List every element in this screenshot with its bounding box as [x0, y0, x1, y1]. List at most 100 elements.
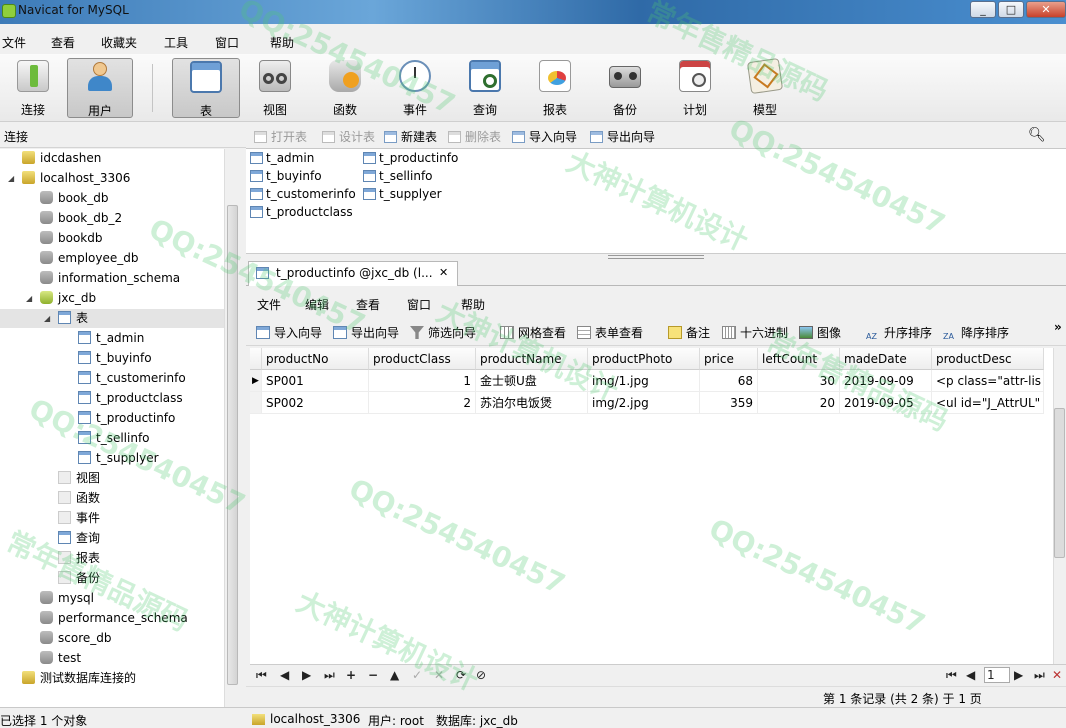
form-view-button[interactable]: 表单查看 — [577, 324, 643, 341]
tab-close-icon[interactable]: ✕ — [439, 266, 448, 279]
backup-button[interactable]: 备份 — [592, 58, 658, 118]
user-button[interactable]: 用户 — [67, 58, 133, 118]
column-header[interactable]: price — [700, 348, 758, 370]
page-number-input[interactable]: 1 — [984, 667, 1010, 683]
table-cell[interactable]: 1 — [369, 370, 476, 392]
hex-button[interactable]: 十六进制 — [722, 324, 788, 341]
tree-item[interactable]: ◢ localhost_3306 — [0, 169, 224, 188]
tree-item[interactable]: t_buyinfo — [0, 349, 224, 368]
table-list-item[interactable]: t_customerinfo — [250, 187, 356, 201]
tree-item[interactable]: t_sellinfo — [0, 429, 224, 448]
tab-t-productinfo[interactable]: t_productinfo @jxc_db (l... ✕ — [248, 261, 458, 286]
tree-item[interactable]: 报表 — [0, 549, 224, 568]
grid-scrollbar[interactable] — [1053, 348, 1066, 664]
column-header[interactable]: madeDate — [840, 348, 932, 370]
tree-item[interactable]: t_productinfo — [0, 409, 224, 428]
connect-button[interactable]: 连接 — [0, 58, 66, 118]
event-button[interactable]: 事件 — [382, 58, 448, 118]
function-button[interactable]: 函数 — [312, 58, 378, 118]
table-cell[interactable]: 金士顿U盘 — [476, 370, 588, 392]
model-button[interactable]: 模型 — [732, 57, 798, 118]
prev-page-icon[interactable]: ◀ — [966, 668, 975, 682]
overflow-chevron-icon[interactable]: » — [1054, 320, 1062, 334]
move-up-icon[interactable]: ▲ — [390, 668, 399, 682]
menu-tools[interactable]: 工具 — [164, 34, 188, 51]
next-record-icon[interactable]: ▶ — [302, 668, 311, 682]
table-list-item[interactable]: t_supplyer — [363, 187, 442, 201]
tree-item[interactable]: ◢ 表 — [0, 309, 224, 328]
tree-item[interactable]: mysql — [0, 589, 224, 608]
menu-view[interactable]: 查看 — [51, 34, 75, 51]
stop-icon[interactable]: ⊘ — [476, 668, 486, 682]
table-list-item[interactable]: t_buyinfo — [250, 169, 322, 183]
open-table-button[interactable]: 打开表 — [254, 128, 307, 145]
refresh-icon[interactable]: ⟳ — [456, 668, 466, 682]
table-cell[interactable]: 苏泊尔电饭煲 — [476, 392, 588, 414]
schedule-button[interactable]: 计划 — [662, 58, 728, 118]
tree-item[interactable]: bookdb — [0, 229, 224, 248]
delete-record-icon[interactable]: − — [368, 668, 378, 682]
editor-menu-file[interactable]: 文件 — [257, 296, 281, 313]
tree-item[interactable]: book_db_2 — [0, 209, 224, 228]
splitter-grip[interactable] — [608, 255, 704, 259]
sort-asc-button[interactable]: AZ 升序排序 — [866, 324, 932, 343]
editor-menu-help[interactable]: 帮助 — [461, 296, 485, 313]
table-cell[interactable]: img/1.jpg — [588, 370, 700, 392]
discard-changes-icon[interactable]: ✕ — [434, 668, 444, 682]
column-header[interactable]: leftCount — [758, 348, 840, 370]
table-list-item[interactable]: t_productinfo — [363, 151, 459, 165]
expand-toggle-icon[interactable]: ◢ — [8, 169, 14, 188]
memo-button[interactable]: 备注 — [668, 324, 710, 341]
apply-changes-icon[interactable]: ✓ — [412, 668, 422, 682]
filter-wizard-button[interactable]: 筛选向导 — [410, 324, 476, 341]
table-cell[interactable]: 359 — [700, 392, 758, 414]
tree-item[interactable]: score_db — [0, 629, 224, 648]
import-wizard-button[interactable]: 导入向导 — [256, 324, 322, 341]
tree-item[interactable]: 视图 — [0, 469, 224, 488]
tree-item[interactable]: idcdashen — [0, 149, 224, 168]
delete-table-button[interactable]: 删除表 — [448, 128, 501, 145]
menu-file[interactable]: 文件 — [2, 34, 26, 51]
table-list-item[interactable]: t_admin — [250, 151, 314, 165]
table-cell[interactable]: 20 — [758, 392, 840, 414]
tree-item[interactable]: t_customerinfo — [0, 369, 224, 388]
grid-view-button[interactable]: 网格查看 — [500, 324, 566, 341]
column-header[interactable]: productClass — [369, 348, 476, 370]
maximize-button[interactable]: □ — [998, 1, 1024, 18]
editor-menu-view[interactable]: 查看 — [356, 296, 380, 313]
editor-menu-edit[interactable]: 编辑 — [305, 296, 329, 313]
table-cell[interactable]: 2019-09-09 — [840, 370, 932, 392]
export-wizard-button[interactable]: 导出向导 — [590, 128, 655, 145]
add-record-icon[interactable]: + — [346, 668, 356, 682]
tree-item[interactable]: test — [0, 649, 224, 668]
tree-item[interactable]: t_productclass — [0, 389, 224, 408]
expand-toggle-icon[interactable]: ◢ — [26, 289, 32, 308]
tree-item[interactable]: book_db — [0, 189, 224, 208]
new-table-button[interactable]: 新建表 — [384, 128, 437, 145]
import-wizard-button[interactable]: 导入向导 — [512, 128, 577, 145]
sort-desc-button[interactable]: ZA 降序排序 — [943, 324, 1009, 343]
tree-scroll-thumb[interactable] — [227, 205, 238, 685]
table-cell[interactable]: img/2.jpg — [588, 392, 700, 414]
view-button[interactable]: 视图 — [242, 58, 308, 118]
table-list-item[interactable]: t_productclass — [250, 205, 353, 219]
column-header[interactable]: productDesc — [932, 348, 1044, 370]
table-cell[interactable]: 2 — [369, 392, 476, 414]
table-cell[interactable]: <ul id="J_AttrUL" — [932, 392, 1044, 414]
editor-menu-window[interactable]: 窗口 — [407, 296, 431, 313]
tree-item[interactable]: information_schema — [0, 269, 224, 288]
column-header[interactable]: productName — [476, 348, 588, 370]
tree-item[interactable]: ◢ jxc_db — [0, 289, 224, 308]
tree-item[interactable]: t_supplyer — [0, 449, 224, 468]
table-cell[interactable]: 30 — [758, 370, 840, 392]
table-cell[interactable]: <p class="attr-lis — [932, 370, 1044, 392]
image-button[interactable]: 图像 — [799, 324, 841, 341]
tree-item[interactable]: 查询 — [0, 529, 224, 548]
query-button[interactable]: 查询 — [452, 58, 518, 118]
first-record-icon[interactable]: ⏮ — [256, 668, 267, 683]
settings-tools-icon[interactable]: ✕ — [1052, 668, 1062, 682]
export-wizard-button[interactable]: 导出向导 — [333, 324, 399, 341]
tree-item[interactable]: 函数 — [0, 489, 224, 508]
table-cell[interactable]: SP002 — [262, 392, 369, 414]
row-indicator-icon[interactable]: ▶ — [250, 370, 262, 392]
